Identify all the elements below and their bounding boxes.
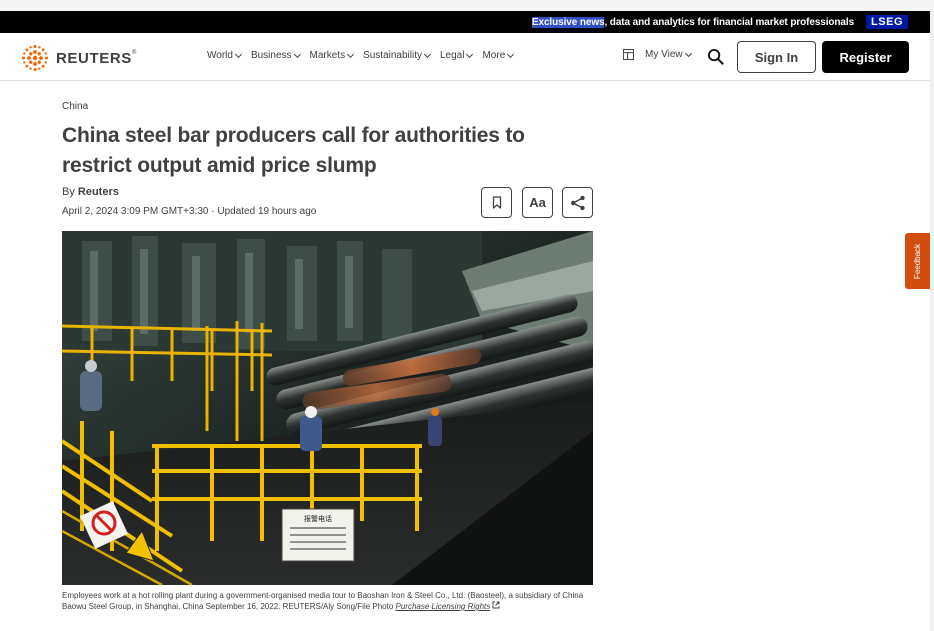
chevron-down-icon bbox=[423, 50, 432, 58]
nav-world-label: World bbox=[207, 50, 233, 61]
promo-rest: , data and analytics for financial marke… bbox=[604, 16, 855, 28]
layout-grid-icon bbox=[623, 49, 634, 60]
reuters-dots-icon bbox=[22, 45, 48, 71]
nav-sustainability-label: Sustainability bbox=[363, 50, 422, 61]
chevron-down-icon bbox=[507, 50, 515, 58]
sign-in-button[interactable]: Sign In bbox=[737, 41, 816, 73]
reuters-logo[interactable]: REUTERS® bbox=[20, 43, 137, 73]
byline-prefix: By bbox=[62, 186, 78, 198]
bookmark-icon bbox=[492, 196, 501, 209]
site-header: REUTERS® World Business Markets Sustaina… bbox=[0, 33, 930, 81]
main-nav: World Business Markets Sustainability Le… bbox=[207, 50, 523, 61]
nav-legal-label: Legal bbox=[440, 50, 465, 61]
nav-sustainability[interactable]: Sustainability bbox=[363, 50, 432, 61]
bookmark-button[interactable] bbox=[481, 187, 512, 218]
chevron-down-icon bbox=[347, 50, 355, 58]
nav-markets[interactable]: Markets bbox=[309, 50, 355, 61]
article-photo[interactable]: 报警电话 bbox=[62, 231, 593, 585]
promo-highlight: Exclusive news bbox=[531, 16, 605, 28]
register-button[interactable]: Register bbox=[822, 41, 909, 73]
chevron-down-icon bbox=[466, 50, 474, 58]
font-size-button[interactable]: Aa bbox=[522, 187, 553, 218]
article-dateline: April 2, 2024 3:09 PM GMT+3:30 · Updated… bbox=[62, 206, 317, 217]
photo-sign-text: 报警电话 bbox=[304, 514, 332, 523]
feedback-label: Feedback bbox=[913, 243, 923, 279]
logo-text: REUTERS bbox=[56, 49, 132, 67]
nav-legal[interactable]: Legal bbox=[440, 50, 474, 61]
chevron-down-icon bbox=[234, 50, 242, 58]
my-view-label: My View bbox=[645, 49, 683, 60]
share-button[interactable] bbox=[562, 187, 593, 218]
promo-text: Exclusive news, data and analytics for f… bbox=[531, 16, 855, 28]
lseg-logo[interactable]: LSEG bbox=[866, 15, 908, 29]
nav-more-label: More bbox=[482, 50, 506, 61]
external-link-icon[interactable] bbox=[492, 601, 500, 609]
nav-business-label: Business bbox=[250, 50, 292, 61]
search-icon[interactable] bbox=[707, 48, 724, 65]
byline: By Reuters bbox=[62, 186, 119, 198]
photo-caption: Employees work at a hot rolling plant du… bbox=[62, 590, 597, 612]
scrollbar-track[interactable] bbox=[930, 11, 934, 631]
section-kicker-link[interactable]: China bbox=[62, 101, 88, 112]
share-icon bbox=[570, 195, 585, 210]
nav-more[interactable]: More bbox=[482, 50, 515, 61]
nav-world[interactable]: World bbox=[207, 50, 242, 61]
author-link[interactable]: Reuters bbox=[78, 186, 119, 198]
font-size-icon: Aa bbox=[529, 195, 546, 210]
browser-top-strip bbox=[0, 0, 934, 11]
nav-business[interactable]: Business bbox=[250, 50, 301, 61]
promo-banner[interactable]: Exclusive news, data and analytics for f… bbox=[0, 11, 930, 33]
logo-registered-mark: ® bbox=[131, 49, 137, 56]
purchase-licensing-link[interactable]: Purchase Licensing Rights bbox=[396, 602, 491, 611]
chevron-down-icon bbox=[684, 49, 692, 57]
my-view-menu[interactable]: My View bbox=[623, 49, 692, 60]
chevron-down-icon bbox=[293, 50, 301, 58]
caption-text: Employees work at a hot rolling plant du… bbox=[62, 591, 584, 611]
logo-wordmark: REUTERS® bbox=[56, 50, 137, 67]
nav-markets-label: Markets bbox=[309, 50, 346, 61]
feedback-tab[interactable]: Feedback bbox=[905, 233, 930, 289]
article-headline: China steel bar producers call for autho… bbox=[62, 124, 525, 177]
steel-plant-photo: 报警电话 bbox=[62, 231, 593, 585]
